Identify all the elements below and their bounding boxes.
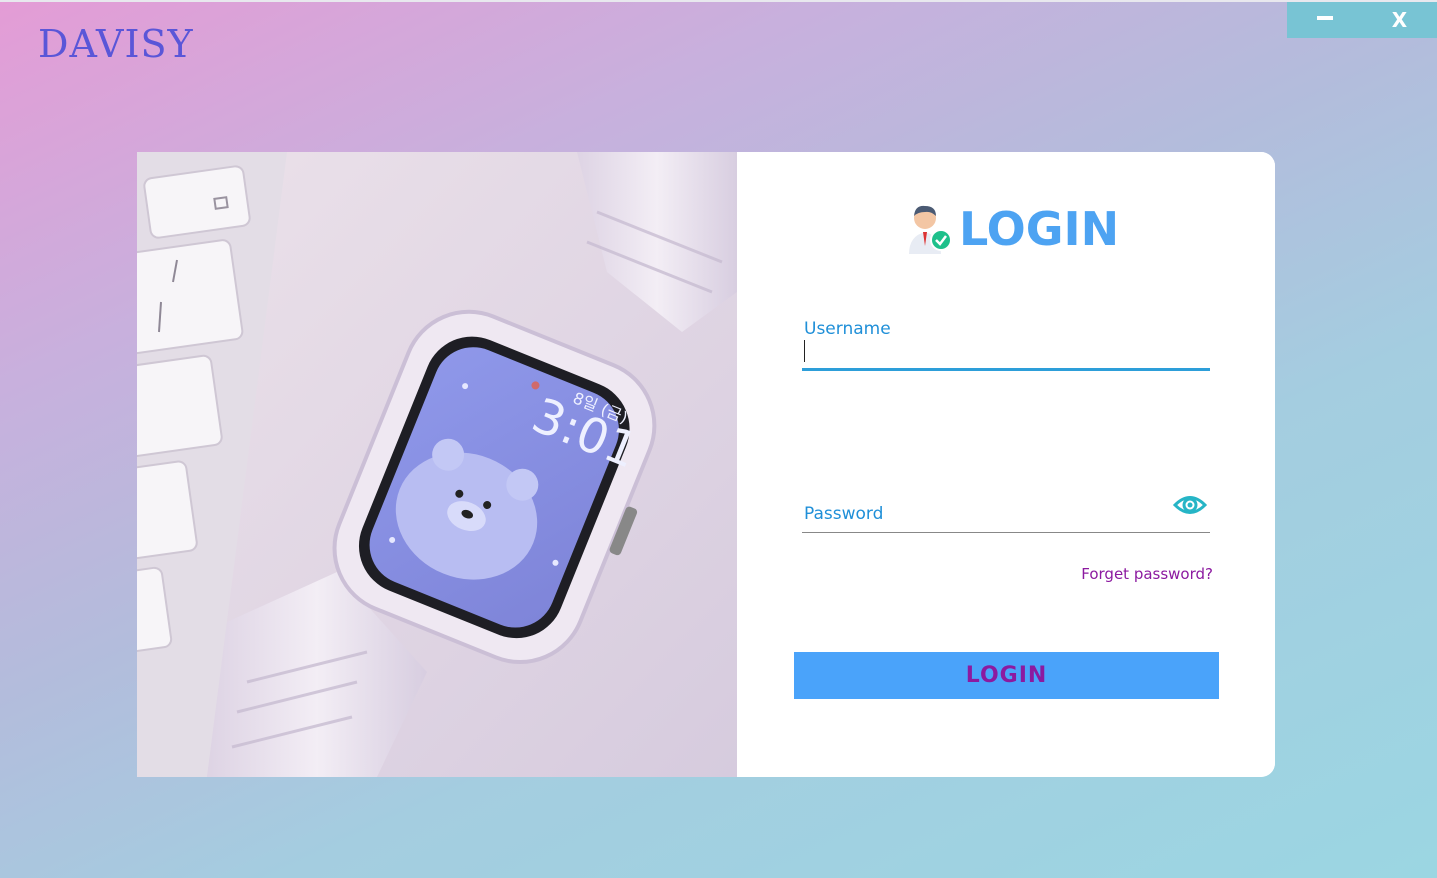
minus-icon bbox=[1316, 16, 1333, 20]
password-label: Password bbox=[804, 504, 884, 524]
login-button[interactable]: LOGIN bbox=[794, 652, 1219, 699]
login-card: 3:01 8일 (금) LOGIN Username Password Forg… bbox=[137, 152, 1275, 777]
text-caret bbox=[804, 340, 805, 362]
user-verified-icon bbox=[909, 205, 952, 254]
password-underline bbox=[802, 532, 1210, 533]
window-top-edge bbox=[0, 0, 1437, 2]
login-header: LOGIN bbox=[903, 202, 1119, 256]
forget-password-link[interactable]: Forget password? bbox=[1081, 565, 1213, 583]
username-underline bbox=[802, 368, 1210, 371]
close-button[interactable]: X bbox=[1362, 2, 1437, 38]
eye-icon bbox=[1172, 496, 1208, 514]
brand-logo: DAVISY bbox=[38, 22, 194, 66]
login-title: LOGIN bbox=[959, 202, 1120, 256]
minimize-button[interactable] bbox=[1287, 2, 1362, 38]
username-label: Username bbox=[804, 319, 891, 339]
login-form: LOGIN Username Password Forget password?… bbox=[737, 152, 1275, 777]
username-input[interactable] bbox=[802, 338, 1210, 366]
show-password-toggle[interactable] bbox=[1172, 490, 1208, 520]
password-input[interactable] bbox=[802, 522, 1210, 532]
close-label: X bbox=[1391, 8, 1408, 32]
watch-photo: 3:01 8일 (금) bbox=[137, 152, 737, 777]
window-controls: X bbox=[1287, 2, 1437, 38]
